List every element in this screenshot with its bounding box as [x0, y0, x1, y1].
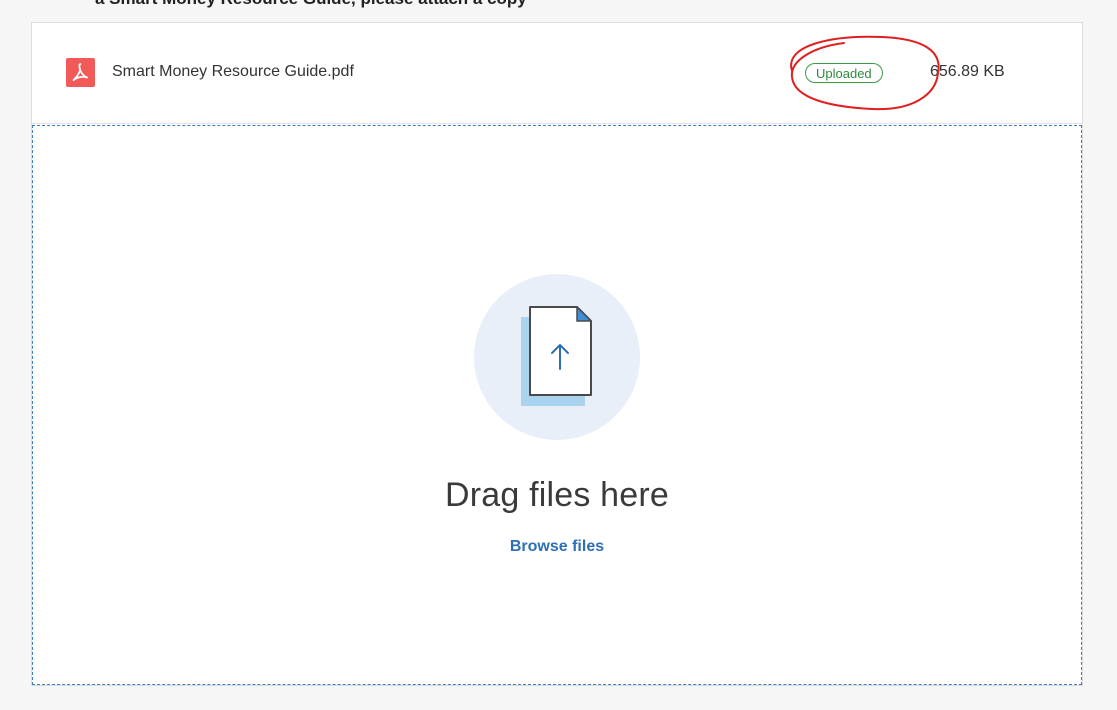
file-size: 656.89 KB: [930, 63, 1005, 80]
pdf-file-icon: [66, 58, 95, 87]
cropped-header-text: a Smart Money Resource Guide, please att…: [0, 0, 1117, 8]
drop-title: Drag files here: [444, 476, 670, 514]
cropped-header-label: a Smart Money Resource Guide, please att…: [95, 0, 527, 8]
status-badge: Uploaded: [805, 63, 883, 83]
uploaded-file-row: Smart Money Resource Guide.pdf Uploaded …: [32, 23, 1082, 124]
upload-file-icon: [474, 274, 640, 440]
file-dropzone[interactable]: Drag files here Browse files: [32, 125, 1082, 685]
page: a Smart Money Resource Guide, please att…: [0, 0, 1117, 710]
file-upload-card: Smart Money Resource Guide.pdf Uploaded …: [31, 22, 1083, 686]
file-name: Smart Money Resource Guide.pdf: [112, 63, 354, 80]
browse-files-link[interactable]: Browse files: [33, 538, 1081, 556]
